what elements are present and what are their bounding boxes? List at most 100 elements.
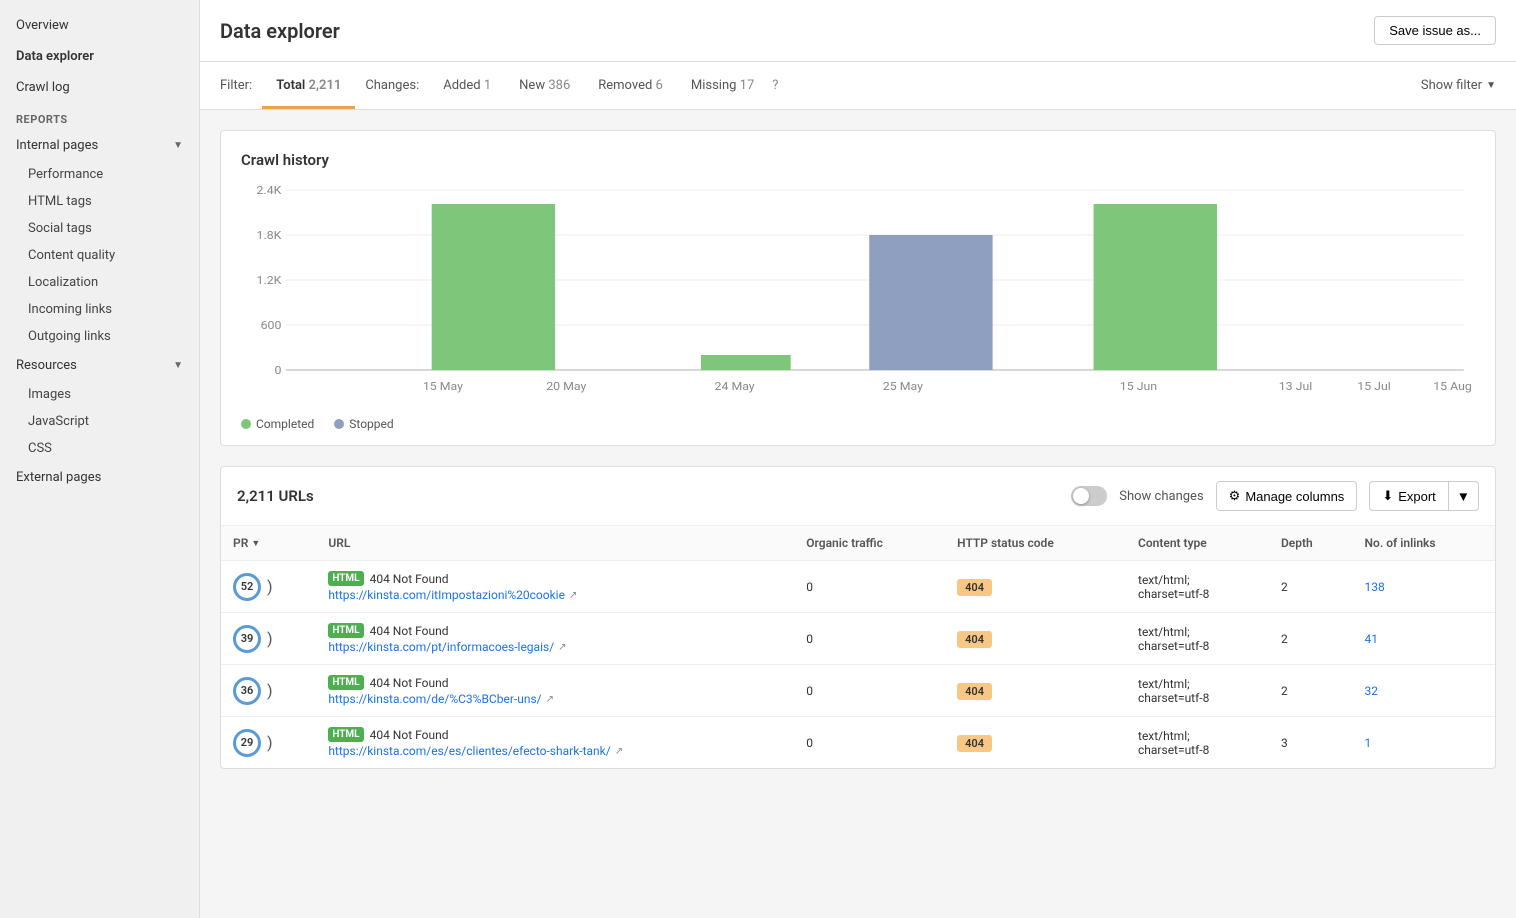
pr-gauge-arrow: ) (267, 681, 273, 700)
html-badge: HTML (328, 727, 363, 742)
sidebar-item-localization[interactable]: Localization (0, 269, 199, 296)
filter-new[interactable]: New 386 (505, 62, 584, 109)
table-row: 52 ) HTML 404 Not Found https://kinsta.c… (221, 561, 1495, 613)
html-badge: HTML (328, 675, 363, 690)
legend-completed: Completed (241, 417, 314, 431)
export-dropdown-button[interactable]: ▼ (1448, 481, 1479, 511)
sidebar-item-performance[interactable]: Performance (0, 161, 199, 188)
col-header-http-status: HTTP status code (945, 526, 1126, 561)
sidebar-item-internal-pages[interactable]: Internal pages ▼ (0, 130, 199, 161)
col-header-organic-traffic: Organic traffic (794, 526, 945, 561)
inlinks-cell[interactable]: 41 (1353, 613, 1495, 665)
sidebar-item-data-explorer[interactable]: Data explorer (0, 41, 199, 72)
page-title: Data explorer (220, 19, 340, 43)
chevron-down-icon: ▼ (173, 360, 183, 371)
urls-table: PR ▼ URL Organic traffic HTTP status cod… (221, 526, 1495, 768)
show-changes-toggle[interactable] (1071, 486, 1107, 506)
url-cell: HTML 404 Not Found https://kinsta.com/de… (316, 665, 794, 717)
legend-stopped: Stopped (334, 417, 393, 431)
sidebar-item-html-tags[interactable]: HTML tags (0, 188, 199, 215)
html-badge: HTML (328, 623, 363, 638)
pr-cell: 52 ) (221, 561, 316, 613)
svg-text:25 May: 25 May (883, 380, 924, 393)
depth-cell: 2 (1269, 561, 1353, 613)
url-status: 404 Not Found (370, 728, 449, 742)
http-status-cell: 404 (945, 561, 1126, 613)
external-link-icon: ↗ (546, 694, 554, 705)
sidebar-item-external-pages[interactable]: External pages (0, 462, 199, 493)
pr-gauge-arrow: ) (267, 629, 273, 648)
sidebar-item-crawl-log[interactable]: Crawl log (0, 72, 199, 103)
content-area: Crawl history 2.4K 1.8K 1.2K 600 0 (200, 110, 1516, 918)
sidebar-item-incoming-links[interactable]: Incoming links (0, 296, 199, 323)
page-header: Data explorer Save issue as... (200, 0, 1516, 62)
chart-legend: Completed Stopped (241, 417, 1475, 431)
url-link[interactable]: https://kinsta.com/itImpostazioni%20cook… (328, 588, 782, 602)
inlinks-cell[interactable]: 1 (1353, 717, 1495, 769)
svg-text:1.8K: 1.8K (257, 229, 283, 242)
bar-20may (432, 204, 555, 370)
http-status-cell: 404 (945, 613, 1126, 665)
url-cell: HTML 404 Not Found https://kinsta.com/es… (316, 717, 794, 769)
show-filter-button[interactable]: Show filter ▼ (1421, 62, 1496, 109)
sidebar-item-javascript[interactable]: JavaScript (0, 408, 199, 435)
sidebar-item-images[interactable]: Images (0, 381, 199, 408)
depth-cell: 3 (1269, 717, 1353, 769)
col-header-url: URL (316, 526, 794, 561)
external-link-icon: ↗ (615, 746, 623, 757)
filter-added[interactable]: Added 1 (429, 62, 505, 109)
export-button[interactable]: ⬇ Export (1369, 481, 1447, 511)
depth-cell: 2 (1269, 613, 1353, 665)
svg-text:2.4K: 2.4K (257, 185, 283, 197)
filter-removed[interactable]: Removed 6 (584, 62, 677, 109)
missing-info-icon[interactable]: ? (772, 78, 778, 93)
col-header-inlinks: No. of inlinks (1353, 526, 1495, 561)
url-link[interactable]: https://kinsta.com/de/%C3%BCber-uns/ ↗ (328, 692, 782, 706)
organic-traffic-cell: 0 (794, 561, 945, 613)
status-badge: 404 (957, 579, 992, 596)
table-title: 2,211 URLs (237, 487, 1059, 505)
pr-value: 39 (233, 625, 261, 653)
inlink-count[interactable]: 32 (1365, 684, 1379, 698)
pr-gauge-arrow: ) (267, 733, 273, 752)
url-cell: HTML 404 Not Found https://kinsta.com/pt… (316, 613, 794, 665)
url-link[interactable]: https://kinsta.com/es/es/clientes/efecto… (328, 744, 782, 758)
chevron-down-icon: ▼ (1486, 80, 1496, 91)
depth-cell: 2 (1269, 665, 1353, 717)
col-header-content-type: Content type (1126, 526, 1269, 561)
content-type-cell: text/html;charset=utf-8 (1126, 561, 1269, 613)
url-link[interactable]: https://kinsta.com/pt/informacoes-legais… (328, 640, 782, 654)
html-badge: HTML (328, 571, 363, 586)
inlink-count[interactable]: 1 (1365, 736, 1372, 750)
inlinks-cell[interactable]: 138 (1353, 561, 1495, 613)
svg-text:15 Aug: 15 Aug (1433, 380, 1472, 393)
organic-traffic-cell: 0 (794, 717, 945, 769)
http-status-cell: 404 (945, 665, 1126, 717)
svg-text:15 Jun: 15 Jun (1120, 380, 1157, 393)
save-issue-button[interactable]: Save issue as... (1374, 16, 1496, 45)
changes-label: Changes: (355, 62, 429, 109)
chart-area: 2.4K 1.8K 1.2K 600 0 15 May 20 May (241, 185, 1475, 425)
gear-icon: ⚙ (1229, 488, 1241, 504)
filter-total[interactable]: Total 2,211 (262, 62, 355, 109)
inlink-count[interactable]: 41 (1365, 632, 1379, 646)
manage-columns-button[interactable]: ⚙ Manage columns (1216, 481, 1358, 511)
col-header-pr[interactable]: PR ▼ (221, 526, 316, 561)
bar-24may (701, 355, 791, 370)
sidebar-item-css[interactable]: CSS (0, 435, 199, 462)
sidebar-item-overview[interactable]: Overview (0, 10, 199, 41)
svg-text:15 May: 15 May (423, 380, 464, 393)
http-status-cell: 404 (945, 717, 1126, 769)
sidebar-item-social-tags[interactable]: Social tags (0, 215, 199, 242)
stopped-dot (334, 419, 344, 429)
bar-15jun (1094, 204, 1217, 370)
svg-text:600: 600 (261, 319, 282, 332)
inlink-count[interactable]: 138 (1365, 580, 1385, 594)
sidebar-item-outgoing-links[interactable]: Outgoing links (0, 323, 199, 350)
sidebar-item-content-quality[interactable]: Content quality (0, 242, 199, 269)
pr-value: 36 (233, 677, 261, 705)
inlinks-cell[interactable]: 32 (1353, 665, 1495, 717)
svg-text:24 May: 24 May (715, 380, 756, 393)
sidebar-item-resources[interactable]: Resources ▼ (0, 350, 199, 381)
filter-missing[interactable]: Missing 17 (677, 62, 768, 109)
